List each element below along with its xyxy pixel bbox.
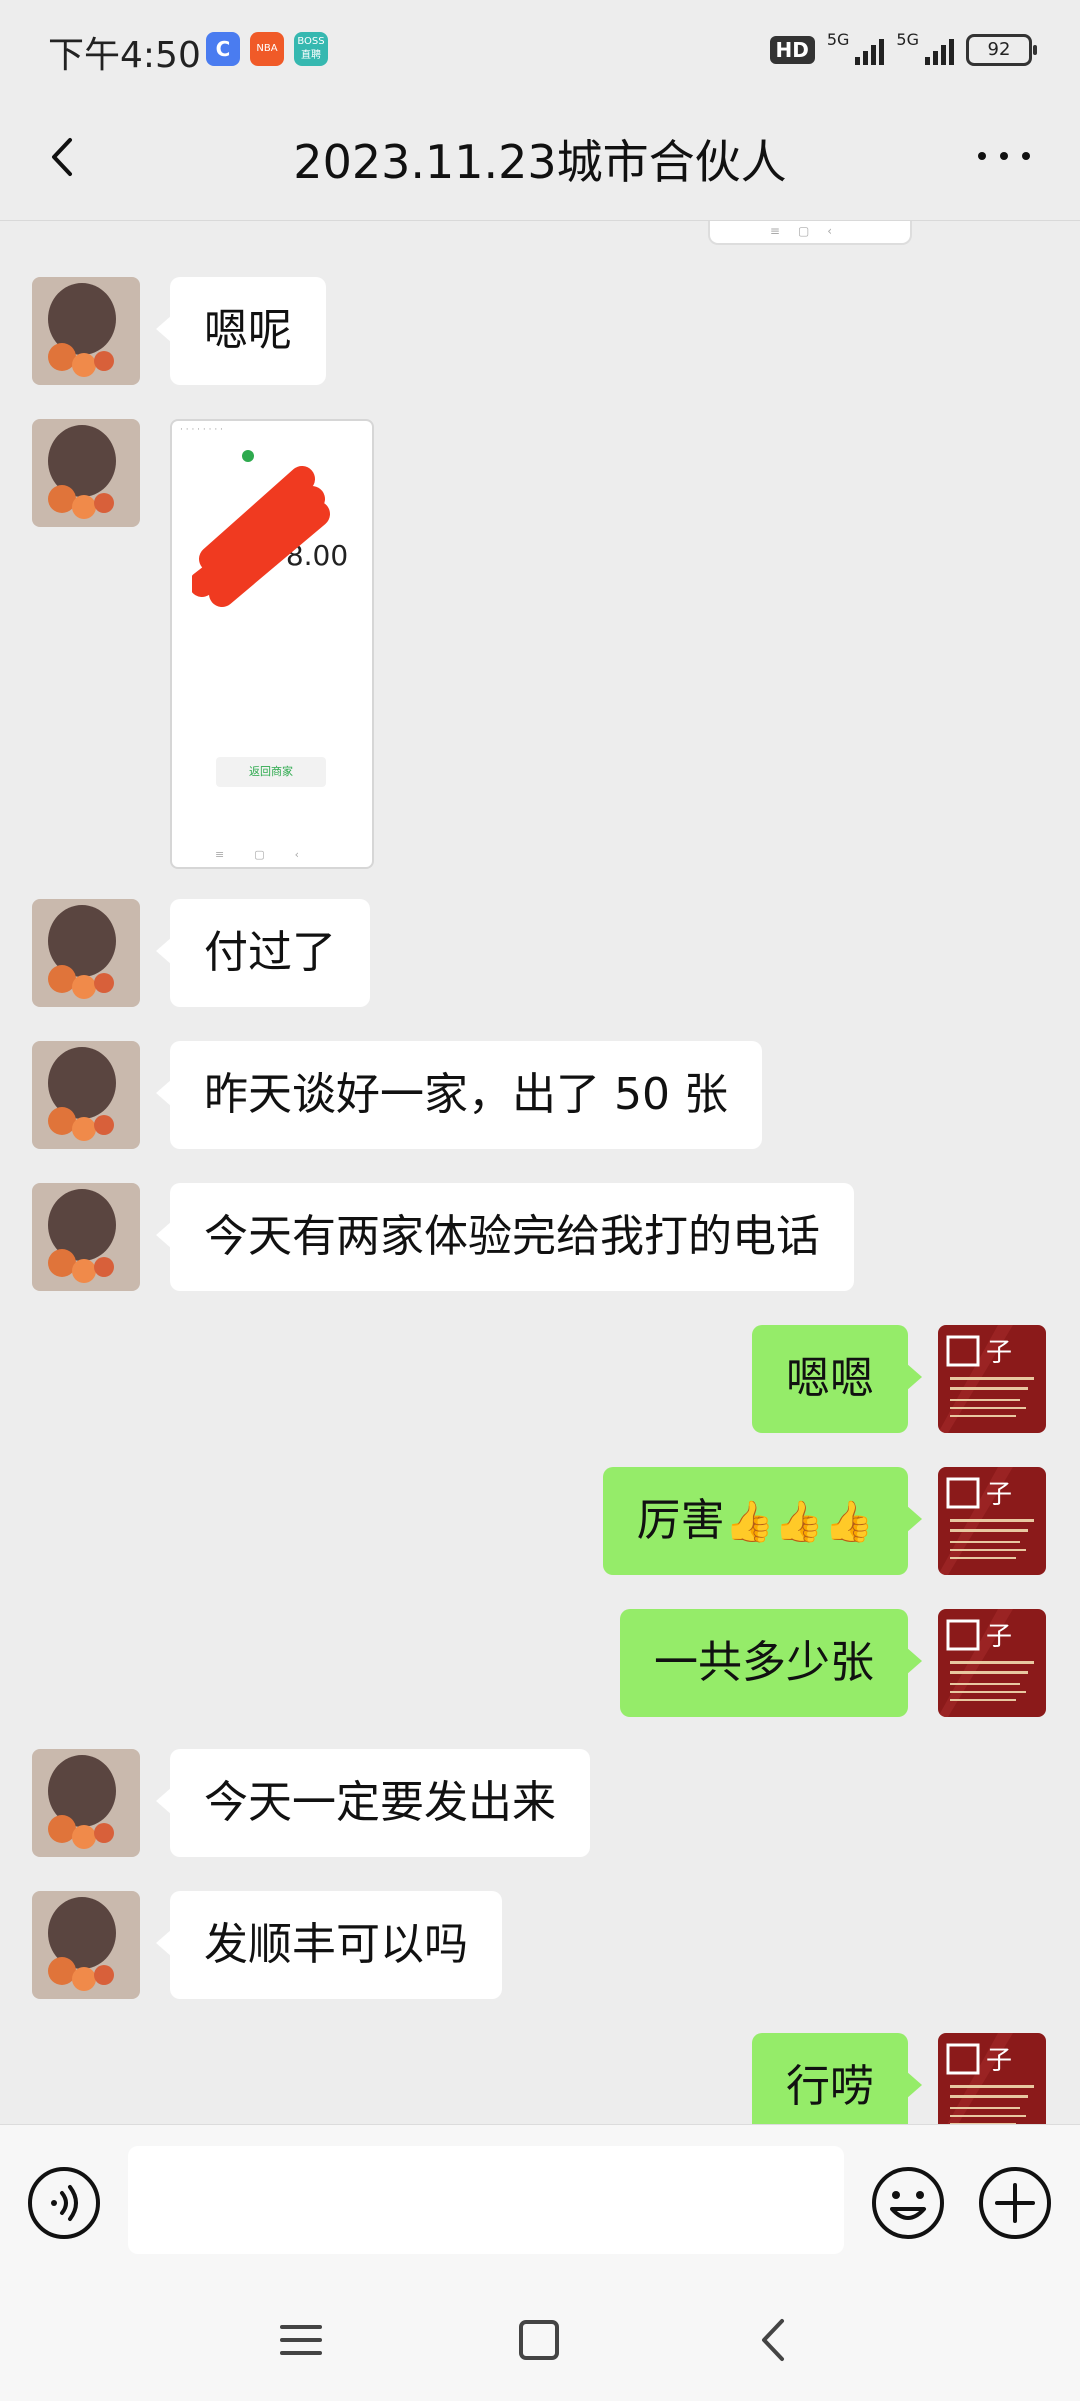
- svg-text:子: 子: [986, 1480, 1012, 1510]
- image-status-bar: · · · · · · · ·: [180, 425, 223, 435]
- home-icon[interactable]: [512, 2313, 566, 2367]
- chat-title: 2023.11.23城市合伙人: [293, 135, 787, 189]
- svg-text:子: 子: [986, 2046, 1012, 2076]
- signal-icon: [855, 35, 885, 65]
- message-bubble[interactable]: 行唠: [752, 2033, 922, 2124]
- status-bar: 下午4:50 C NBA BOSS直聘 HD 5G 5G 92: [0, 0, 1080, 96]
- image-nav-bar: ≡▢‹: [214, 848, 329, 861]
- message-bubble[interactable]: 付过了: [156, 899, 370, 1007]
- message-bubble[interactable]: 嗯呢: [156, 277, 326, 385]
- contact-avatar[interactable]: [32, 1041, 140, 1149]
- message-input[interactable]: [128, 2146, 844, 2254]
- contact-avatar[interactable]: [32, 1183, 140, 1291]
- message-bubble[interactable]: 今天有两家体验完给我打的电话: [156, 1183, 854, 1291]
- message-bubble[interactable]: 一共多少张: [620, 1609, 922, 1717]
- contact-avatar[interactable]: [32, 899, 140, 1007]
- boss-app-icon: BOSS直聘: [294, 32, 328, 66]
- voice-icon[interactable]: [26, 2165, 102, 2241]
- payment-screenshot-image[interactable]: · · · · · · · · 78.00 返回商家 ≡▢‹: [170, 419, 374, 869]
- svg-text:子: 子: [986, 1622, 1012, 1652]
- signal-icon-2: [925, 35, 954, 65]
- chat-area[interactable]: ≡▢‹ 嗯呢 · · · · · · · · 78.00 返回商家 ≡▢‹ 付过…: [0, 221, 1080, 2124]
- contact-avatar[interactable]: [32, 1749, 140, 1857]
- system-nav-bar: [0, 2277, 1080, 2401]
- status-time: 下午4:50: [48, 35, 201, 76]
- image-return-button: 返回商家: [216, 757, 326, 787]
- c-app-icon: C: [206, 32, 240, 66]
- contact-avatar[interactable]: [32, 419, 140, 527]
- my-avatar[interactable]: 子: [938, 1325, 1046, 1433]
- back-icon[interactable]: [748, 2313, 802, 2367]
- network-type: 5G: [826, 30, 850, 49]
- message-text: 厉害: [636, 1495, 725, 1546]
- plus-icon[interactable]: [977, 2165, 1053, 2241]
- more-dots-icon[interactable]: [974, 146, 1034, 166]
- previous-image-bottom[interactable]: ≡▢‹: [708, 221, 912, 245]
- emoji-icon[interactable]: [870, 2165, 946, 2241]
- redaction-scribble: [192, 466, 330, 607]
- network-type-2: 5G: [896, 30, 919, 49]
- svg-text:子: 子: [986, 1338, 1012, 1368]
- message-bubble[interactable]: 厉害👍👍👍: [602, 1467, 923, 1575]
- thumbs-up-emoji: 👍👍👍: [724, 1499, 874, 1545]
- my-avatar[interactable]: 子: [938, 1467, 1046, 1575]
- message-bubble[interactable]: 发顺丰可以吗: [156, 1891, 502, 1999]
- contact-avatar[interactable]: [32, 277, 140, 385]
- contact-avatar[interactable]: [32, 1891, 140, 1999]
- battery-icon: 92: [966, 34, 1037, 66]
- message-bubble[interactable]: 昨天谈好一家，出了 50 张: [156, 1041, 762, 1149]
- input-bar: [0, 2124, 1080, 2278]
- chat-header: 2023.11.23城市合伙人: [0, 96, 1080, 221]
- menu-icon[interactable]: [274, 2313, 328, 2367]
- hd-icon: HD: [769, 36, 815, 64]
- my-avatar[interactable]: 子: [938, 1609, 1046, 1717]
- message-bubble[interactable]: 嗯嗯: [752, 1325, 922, 1433]
- nba-app-icon: NBA: [250, 32, 284, 66]
- my-avatar[interactable]: 子: [938, 2033, 1046, 2124]
- message-bubble[interactable]: 今天一定要发出来: [156, 1749, 590, 1857]
